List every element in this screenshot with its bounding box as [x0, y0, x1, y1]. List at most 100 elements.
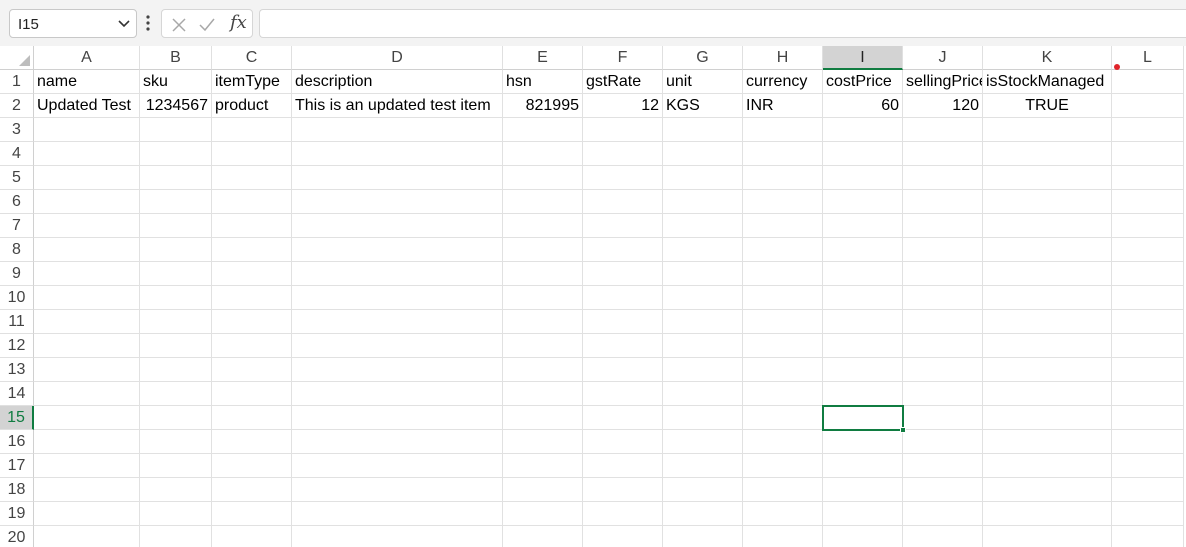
- cell-k1[interactable]: isStockManaged: [983, 70, 1112, 94]
- cell-f17[interactable]: [583, 454, 663, 478]
- cell-h18[interactable]: [743, 478, 823, 502]
- cell-l10[interactable]: [1112, 286, 1184, 310]
- cell-k14[interactable]: [983, 382, 1112, 406]
- cell-l1[interactable]: [1112, 70, 1184, 94]
- cell-j11[interactable]: [903, 310, 983, 334]
- cell-e2[interactable]: 821995: [503, 94, 583, 118]
- cell-a4[interactable]: [34, 142, 140, 166]
- cell-i3[interactable]: [823, 118, 903, 142]
- cell-i4[interactable]: [823, 142, 903, 166]
- vertical-dots-icon[interactable]: [145, 13, 151, 33]
- cell-j2[interactable]: 120: [903, 94, 983, 118]
- row-header-4[interactable]: 4: [0, 142, 34, 166]
- cell-a13[interactable]: [34, 358, 140, 382]
- cell-l11[interactable]: [1112, 310, 1184, 334]
- cell-h4[interactable]: [743, 142, 823, 166]
- cell-d6[interactable]: [292, 190, 503, 214]
- cell-i19[interactable]: [823, 502, 903, 526]
- cell-l6[interactable]: [1112, 190, 1184, 214]
- column-header-k[interactable]: K: [983, 46, 1112, 70]
- row-header-1[interactable]: 1: [0, 70, 34, 94]
- cell-c4[interactable]: [212, 142, 292, 166]
- cell-a15[interactable]: [34, 406, 140, 430]
- cell-k15[interactable]: [983, 406, 1112, 430]
- cell-h20[interactable]: [743, 526, 823, 547]
- column-header-h[interactable]: H: [743, 46, 823, 70]
- cell-d18[interactable]: [292, 478, 503, 502]
- cell-h15[interactable]: [743, 406, 823, 430]
- cell-c15[interactable]: [212, 406, 292, 430]
- cell-d17[interactable]: [292, 454, 503, 478]
- cell-k10[interactable]: [983, 286, 1112, 310]
- cell-c2[interactable]: product: [212, 94, 292, 118]
- row-header-7[interactable]: 7: [0, 214, 34, 238]
- row-header-16[interactable]: 16: [0, 430, 34, 454]
- cell-f15[interactable]: [583, 406, 663, 430]
- cell-h16[interactable]: [743, 430, 823, 454]
- cell-c10[interactable]: [212, 286, 292, 310]
- row-header-8[interactable]: 8: [0, 238, 34, 262]
- cell-h8[interactable]: [743, 238, 823, 262]
- cell-a14[interactable]: [34, 382, 140, 406]
- column-header-f[interactable]: F: [583, 46, 663, 70]
- cell-c20[interactable]: [212, 526, 292, 547]
- cell-d1[interactable]: description: [292, 70, 503, 94]
- cell-j18[interactable]: [903, 478, 983, 502]
- cell-k5[interactable]: [983, 166, 1112, 190]
- cell-k12[interactable]: [983, 334, 1112, 358]
- cell-f12[interactable]: [583, 334, 663, 358]
- cell-g2[interactable]: KGS: [663, 94, 743, 118]
- cell-f9[interactable]: [583, 262, 663, 286]
- cell-e7[interactable]: [503, 214, 583, 238]
- cell-g1[interactable]: unit: [663, 70, 743, 94]
- cell-g6[interactable]: [663, 190, 743, 214]
- cell-i15[interactable]: [823, 406, 903, 430]
- cell-g3[interactable]: [663, 118, 743, 142]
- cell-j5[interactable]: [903, 166, 983, 190]
- cell-j13[interactable]: [903, 358, 983, 382]
- row-header-2[interactable]: 2: [0, 94, 34, 118]
- row-header-11[interactable]: 11: [0, 310, 34, 334]
- cell-i6[interactable]: [823, 190, 903, 214]
- cell-h5[interactable]: [743, 166, 823, 190]
- cell-i1[interactable]: costPrice: [823, 70, 903, 94]
- cell-i9[interactable]: [823, 262, 903, 286]
- cell-d5[interactable]: [292, 166, 503, 190]
- cell-d15[interactable]: [292, 406, 503, 430]
- cell-i10[interactable]: [823, 286, 903, 310]
- cell-i13[interactable]: [823, 358, 903, 382]
- cell-c3[interactable]: [212, 118, 292, 142]
- cell-a17[interactable]: [34, 454, 140, 478]
- cell-f14[interactable]: [583, 382, 663, 406]
- cell-l16[interactable]: [1112, 430, 1184, 454]
- cell-f18[interactable]: [583, 478, 663, 502]
- cell-d4[interactable]: [292, 142, 503, 166]
- column-header-e[interactable]: E: [503, 46, 583, 70]
- cell-j1[interactable]: sellingPrice: [903, 70, 983, 94]
- cell-b8[interactable]: [140, 238, 212, 262]
- cell-f2[interactable]: 12: [583, 94, 663, 118]
- cell-j16[interactable]: [903, 430, 983, 454]
- cell-b5[interactable]: [140, 166, 212, 190]
- cell-b16[interactable]: [140, 430, 212, 454]
- cell-f8[interactable]: [583, 238, 663, 262]
- cell-b7[interactable]: [140, 214, 212, 238]
- cell-c11[interactable]: [212, 310, 292, 334]
- cell-b18[interactable]: [140, 478, 212, 502]
- select-all-button[interactable]: [0, 46, 34, 70]
- cell-h10[interactable]: [743, 286, 823, 310]
- row-header-14[interactable]: 14: [0, 382, 34, 406]
- cell-l17[interactable]: [1112, 454, 1184, 478]
- cell-g8[interactable]: [663, 238, 743, 262]
- row-header-9[interactable]: 9: [0, 262, 34, 286]
- cell-d19[interactable]: [292, 502, 503, 526]
- cell-c8[interactable]: [212, 238, 292, 262]
- cell-k11[interactable]: [983, 310, 1112, 334]
- cell-i7[interactable]: [823, 214, 903, 238]
- cell-h3[interactable]: [743, 118, 823, 142]
- cell-g14[interactable]: [663, 382, 743, 406]
- cell-d20[interactable]: [292, 526, 503, 547]
- cell-g16[interactable]: [663, 430, 743, 454]
- cell-b17[interactable]: [140, 454, 212, 478]
- cell-l20[interactable]: [1112, 526, 1184, 547]
